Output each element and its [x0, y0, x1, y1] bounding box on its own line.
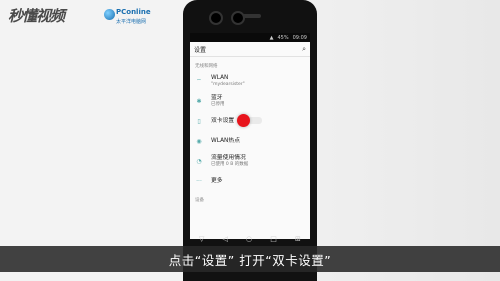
item-sub: 已停用: [211, 101, 225, 107]
page-title: 设置: [194, 46, 207, 54]
signal-icon: ▲: [269, 34, 274, 41]
item-label: WLAN热点: [211, 137, 240, 144]
app-bar: 设置 ⌕: [190, 42, 310, 57]
watermark-logo: 秒懂视频: [8, 7, 65, 25]
menu-icon[interactable]: ⊞: [295, 235, 301, 243]
settings-item-more[interactable]: ··· 更多: [190, 171, 310, 191]
phone-device: ▲ 45% 09:09 设置 ⌕ 无线和网络 ⌔ WLAN "mydearsis…: [183, 0, 317, 281]
battery-level: 45%: [277, 34, 289, 41]
recent-apps-icon[interactable]: □: [270, 235, 277, 243]
search-icon[interactable]: ⌕: [302, 45, 306, 54]
settings-item-data-usage[interactable]: ◔ 流量使用情况 已使用 0 B 的数据: [190, 151, 310, 171]
back-icon[interactable]: ◁: [223, 235, 228, 243]
hotspot-icon: ◉: [196, 137, 202, 145]
section-header-device: 设备: [195, 198, 204, 203]
globe-icon: [104, 9, 115, 20]
section-header: 无线和网络: [195, 64, 218, 69]
settings-item-bluetooth[interactable]: ✱ 蓝牙 已停用: [190, 91, 310, 111]
item-sub: "mydearsister": [211, 81, 245, 87]
item-label: 更多: [211, 177, 223, 184]
pconline-sub: 太平洋电脑网: [116, 19, 147, 25]
item-label: 蓝牙: [211, 94, 223, 101]
tap-indicator: [237, 114, 250, 127]
data-usage-icon: ◔: [196, 157, 202, 165]
item-label: 流量使用情况: [211, 154, 246, 161]
collapse-icon[interactable]: ▽: [199, 235, 204, 243]
clock: 09:09: [292, 34, 307, 41]
bluetooth-icon: ✱: [196, 97, 202, 105]
home-icon[interactable]: ○: [246, 235, 252, 243]
item-sub: 已使用 0 B 的数据: [211, 161, 249, 167]
settings-item-dual-sim[interactable]: ▯ 双卡设置: [190, 111, 310, 131]
status-bar: ▲ 45% 09:09: [190, 33, 310, 42]
wifi-icon: ⌔: [196, 78, 202, 85]
subtitle-bar: 点击“设置” 打开“双卡设置”: [0, 246, 500, 272]
background-right: [300, 0, 500, 281]
more-icon: ···: [196, 177, 202, 185]
item-label: WLAN: [211, 74, 229, 81]
nav-bar: ▽ ◁ ○ □ ⊞: [190, 234, 310, 244]
settings-item-hotspot[interactable]: ◉ WLAN热点: [190, 131, 310, 151]
item-label: 双卡设置: [211, 117, 235, 124]
front-camera-icon: [231, 11, 245, 25]
subtitle-text: 点击“设置” 打开“双卡设置”: [168, 252, 332, 268]
pconline-logo: PConline 太平洋电脑网: [104, 6, 164, 28]
sim-card-icon: ▯: [197, 117, 201, 125]
touch-trail: [248, 117, 262, 124]
settings-item-wlan[interactable]: ⌔ WLAN "mydearsister": [190, 71, 310, 91]
camera-icon: [209, 11, 223, 25]
phone-screen: ▲ 45% 09:09 设置 ⌕ 无线和网络 ⌔ WLAN "mydearsis…: [190, 33, 310, 239]
pconline-title: PConline: [116, 8, 151, 16]
